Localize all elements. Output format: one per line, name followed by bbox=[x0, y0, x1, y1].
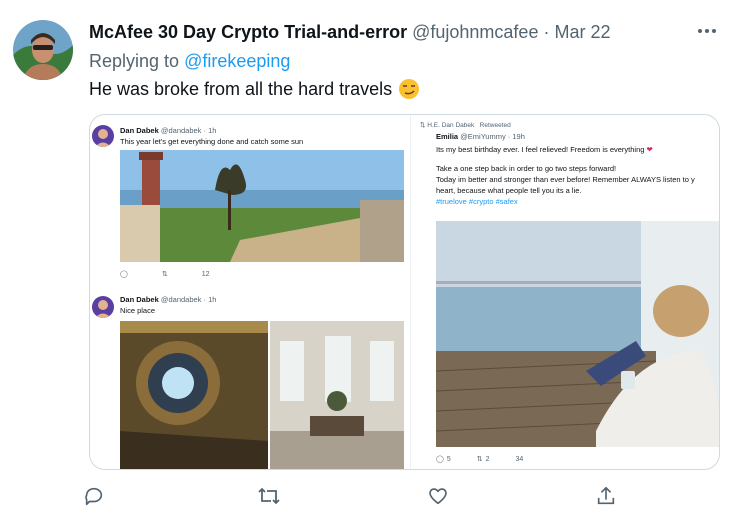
separator-dot: · bbox=[543, 22, 550, 42]
replying-prefix: Replying to bbox=[89, 51, 180, 71]
author-avatar[interactable] bbox=[13, 20, 73, 80]
terrace-photo bbox=[120, 150, 404, 262]
retweeted-by: ⇅ H.E. Dan Dabek Retweeted bbox=[420, 122, 511, 129]
tweet: McAfee 30 Day Crypto Trial-and-error @fu… bbox=[0, 0, 742, 520]
embedded-actions-3: ◯ 5 ⇅ 2 34 bbox=[436, 455, 524, 464]
replying-handle[interactable]: @firekeeping bbox=[184, 51, 290, 71]
tweet-body: He was broke from all the hard travels bbox=[89, 78, 393, 99]
share-button[interactable] bbox=[592, 484, 620, 512]
replying-to: Replying to @firekeeping bbox=[89, 51, 290, 72]
embedded-actions-1: ◯ ⇅ 12 bbox=[120, 270, 260, 279]
tweet-actions bbox=[80, 484, 640, 512]
share-icon bbox=[595, 485, 617, 512]
smirk-emoji-icon bbox=[398, 78, 420, 100]
embedded-text-2: Nice place bbox=[120, 306, 156, 315]
embedded-text-1: This year let's get everything done and … bbox=[120, 137, 304, 146]
embedded-name-2: Dan Dabek @dandabek · 1h bbox=[120, 295, 217, 304]
mini-retweet-icon: ⇅ bbox=[476, 456, 483, 463]
heart-icon bbox=[427, 485, 449, 512]
like-button[interactable] bbox=[424, 484, 452, 512]
reply-button[interactable] bbox=[80, 484, 108, 512]
retweet-icon bbox=[257, 485, 281, 512]
mini-retweet-icon: ⇅ bbox=[420, 122, 426, 129]
hall-photo bbox=[270, 321, 404, 469]
embedded-name-3: Emilia @EmiYummy · 19h bbox=[436, 132, 525, 141]
mini-like-count: 12 bbox=[201, 270, 210, 278]
embedded-divider bbox=[410, 115, 411, 469]
embedded-name-1: Dan Dabek @dandabek · 1h bbox=[120, 126, 217, 135]
speech-bubble-icon bbox=[83, 485, 105, 512]
attached-image[interactable]: Dan Dabek @dandabek · 1h This year let's… bbox=[89, 114, 720, 470]
more-options-icon[interactable] bbox=[696, 20, 718, 48]
tweet-header: McAfee 30 Day Crypto Trial-and-error @fu… bbox=[89, 22, 611, 43]
ocean-view-photo bbox=[435, 221, 719, 447]
ceiling-photo bbox=[120, 321, 268, 469]
mini-reply-icon: ◯ bbox=[120, 271, 128, 278]
author-handle[interactable]: @fujohnmcafee bbox=[412, 22, 538, 42]
mini-reply-icon: ◯ bbox=[436, 456, 444, 463]
retweet-button[interactable] bbox=[255, 484, 283, 512]
mini-avatar bbox=[92, 125, 114, 147]
mini-avatar bbox=[92, 296, 114, 318]
author-name[interactable]: McAfee 30 Day Crypto Trial-and-error bbox=[89, 22, 407, 42]
tweet-date[interactable]: Mar 22 bbox=[554, 22, 610, 42]
mini-retweet-icon: ⇅ bbox=[161, 271, 168, 278]
embedded-text-3: Its my best birthday ever. I feel reliev… bbox=[436, 145, 695, 206]
tweet-text: He was broke from all the hard travels bbox=[89, 78, 420, 100]
